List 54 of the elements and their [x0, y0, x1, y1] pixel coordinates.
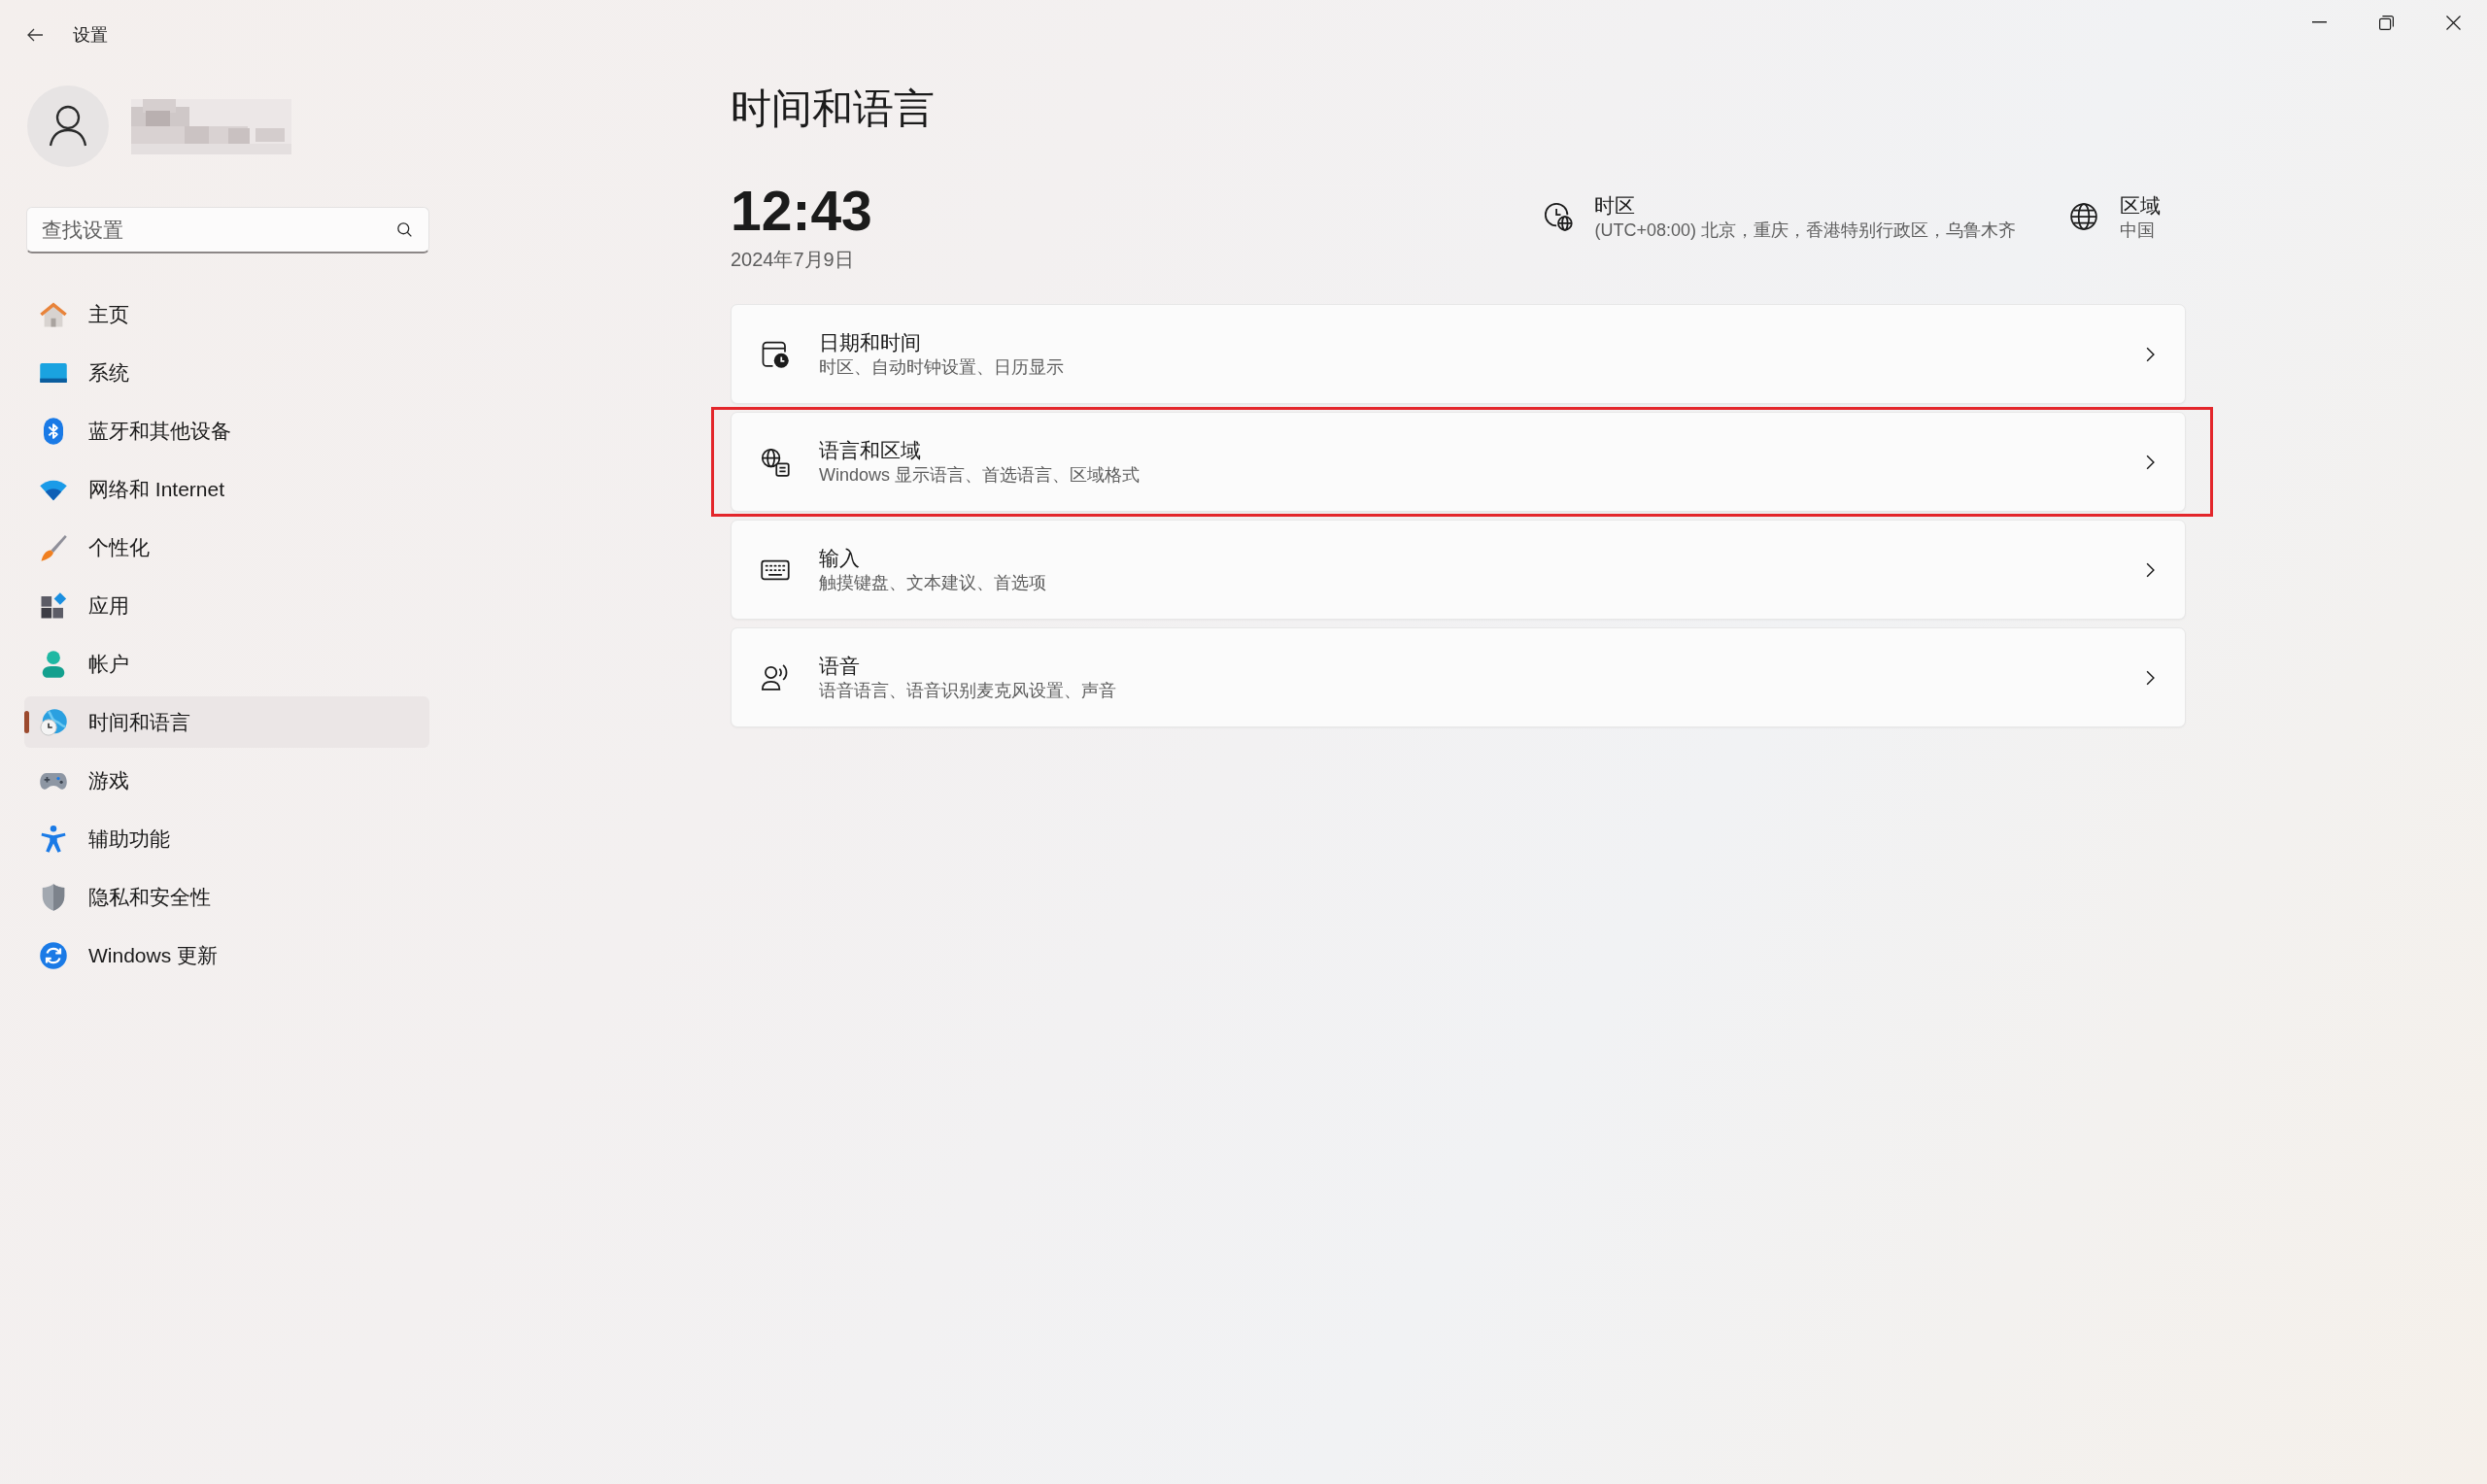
info-label: 区域 — [2120, 192, 2161, 219]
sidebar-item[interactable]: 时间和语言 — [24, 696, 429, 748]
selection-indicator — [24, 711, 29, 733]
avatar-icon — [27, 85, 109, 167]
info-value: (UTC+08:00) 北京，重庆，香港特别行政区，乌鲁木齐 — [1594, 219, 2016, 242]
sidebar-item[interactable]: 游戏 — [24, 755, 429, 806]
app-tiles-icon — [39, 590, 68, 621]
card-title: 语音 — [819, 654, 861, 679]
settings-card[interactable]: 日期和时间 时区、自动时钟设置、日历显示 — [731, 304, 2186, 404]
current-date: 2024年7月9日 — [731, 248, 855, 272]
chevron-right-icon — [2146, 346, 2155, 362]
info-label: 时区 — [1594, 192, 1637, 219]
sidebar-item[interactable]: 辅助功能 — [24, 813, 429, 864]
calendar-clock-icon — [761, 339, 790, 369]
sidebar-item[interactable]: 个性化 — [24, 522, 429, 573]
card-description: 时区、自动时钟设置、日历显示 — [819, 356, 1065, 379]
card-description: 触摸键盘、文本建议、首选项 — [819, 572, 1047, 594]
refresh-icon — [39, 940, 68, 970]
close-icon — [2446, 15, 2461, 30]
sidebar-item[interactable]: 系统 — [24, 347, 429, 398]
globe-clock-icon — [39, 707, 68, 737]
clock-globe-icon — [1544, 202, 1574, 231]
chevron-right-icon — [2146, 561, 2155, 578]
settings-card[interactable]: 输入 触摸键盘、文本建议、首选项 — [731, 520, 2186, 620]
paintbrush-icon — [39, 532, 68, 562]
globe-icon — [2069, 202, 2098, 231]
globe-text-icon — [761, 447, 790, 477]
sidebar-item[interactable]: 主页 — [24, 288, 429, 340]
sidebar-item[interactable]: 应用 — [24, 580, 429, 631]
card-title: 日期和时间 — [819, 330, 922, 355]
sidebar-item[interactable]: 蓝牙和其他设备 — [24, 405, 429, 456]
card-description: Windows 显示语言、首选语言、区域格式 — [819, 464, 1141, 487]
search-icon — [397, 222, 412, 237]
person-sound-icon — [761, 662, 790, 692]
sidebar-item[interactable]: 隐私和安全性 — [24, 871, 429, 923]
back-arrow-icon — [27, 28, 43, 42]
minimize-icon — [2312, 21, 2327, 23]
card-title: 语言和区域 — [819, 438, 922, 463]
page-title: 时间和语言 — [731, 84, 936, 133]
settings-card[interactable]: 语言和区域 Windows 显示语言、首选语言、区域格式 — [731, 412, 2186, 512]
sidebar-item[interactable]: Windows 更新 — [24, 929, 429, 981]
settings-card[interactable]: 语音 语音语言、语音识别麦克风设置、声音 — [731, 627, 2186, 727]
window-title: 设置 — [73, 23, 108, 47]
restore-icon — [2379, 15, 2394, 30]
accessibility-icon — [39, 824, 68, 854]
card-description: 语音语言、语音识别麦克风设置、声音 — [819, 680, 1117, 702]
search-field[interactable]: 查找设置 — [26, 207, 429, 253]
sidebar-item[interactable]: 帐户 — [24, 638, 429, 690]
sidebar-item[interactable]: 网络和 Internet — [24, 463, 429, 515]
card-title: 输入 — [819, 546, 861, 571]
info-value: 中国 — [2120, 219, 2156, 242]
chevron-right-icon — [2146, 454, 2155, 470]
current-time: 12:43 — [731, 179, 872, 244]
chevron-right-icon — [2146, 669, 2155, 686]
